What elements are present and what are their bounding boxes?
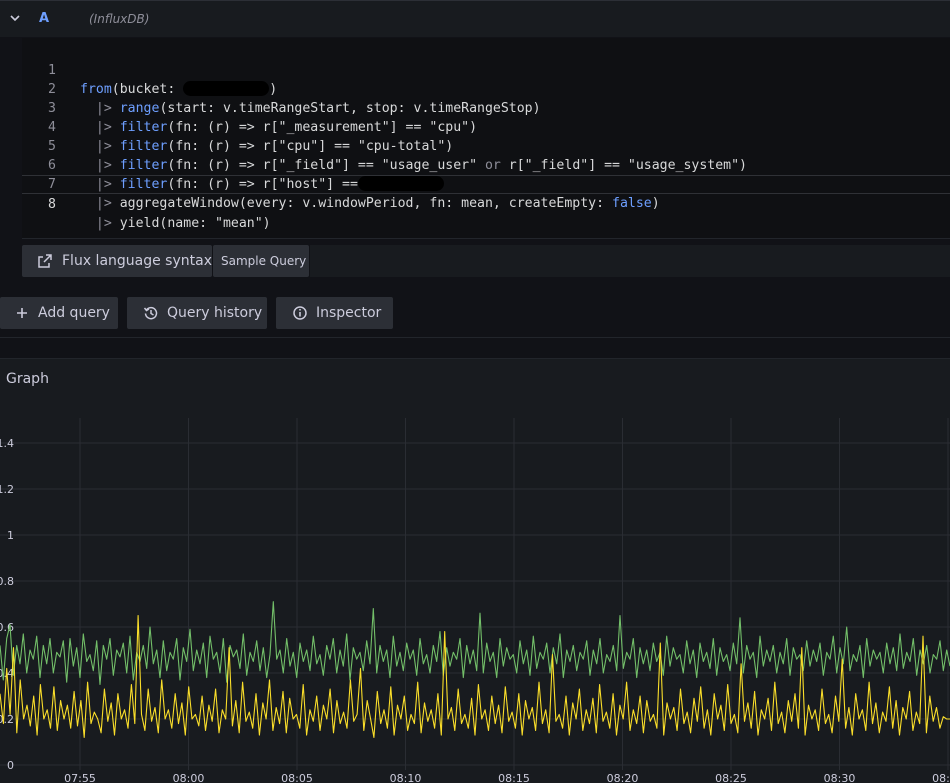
y-tick-label: 1.2: [0, 483, 14, 496]
external-link-icon: [38, 254, 52, 268]
query-history-button[interactable]: Query history: [127, 297, 267, 329]
y-tick-label: 1.4: [0, 437, 14, 450]
plus-icon: [17, 308, 27, 318]
graph-panel: Graph 1.41.210.80.60.40.2007:5508:0008:0…: [0, 359, 950, 783]
query-ref-id[interactable]: A: [39, 11, 49, 26]
sample-query-button[interactable]: Sample Query: [213, 245, 309, 277]
flux-syntax-label: Flux language syntax: [62, 253, 212, 269]
code-line-2: 2 |> range(start: v.timeRangeStart, stop…: [22, 61, 950, 116]
x-tick-label: 07:55: [64, 772, 96, 783]
x-tick-label: 08:10: [390, 772, 422, 783]
editor-footer-fill: [310, 245, 950, 277]
time-series-chart[interactable]: 1.41.210.80.60.40.2007:5508:0008:0508:10…: [0, 359, 950, 783]
inspector-label: Inspector: [316, 305, 382, 321]
code-line-4: 4 |> filter(fn: (r) => r["cpu"] == "cpu-…: [22, 99, 950, 154]
add-query-button[interactable]: Add query: [0, 297, 118, 329]
code-content: |> aggregateWindow(every: v.windowPeriod…: [95, 196, 660, 211]
add-query-label: Add query: [38, 305, 110, 321]
code-line-7: 7 |> aggregateWindow(every: v.windowPeri…: [22, 156, 950, 211]
flux-syntax-button[interactable]: Flux language syntax: [22, 245, 212, 277]
code-line-8: 8 |> yield(name: "mean"): [22, 175, 950, 231]
y-tick-label: 0.8: [0, 575, 14, 588]
x-tick-label: 08:35: [932, 772, 950, 783]
code-line-6: 6 |> filter(fn: (r) => r["host"] ==: [22, 137, 950, 192]
panel-divider: [0, 337, 950, 359]
inspector-button[interactable]: Inspector: [276, 297, 393, 329]
y-tick-label: 1: [7, 529, 14, 542]
line-number: 8: [48, 197, 56, 212]
datasource-name: (InfluxDB): [89, 12, 150, 26]
series-line-1: [0, 601, 950, 686]
code-line-5: 5 |> filter(fn: (r) => r["_field"] == "u…: [22, 118, 950, 173]
query-row-header: A (InfluxDB): [0, 0, 950, 37]
query-history-label: Query history: [167, 305, 263, 321]
x-tick-label: 08:00: [173, 772, 205, 783]
x-tick-label: 08:20: [607, 772, 639, 783]
info-circle-icon: [293, 306, 307, 320]
history-icon: [143, 306, 158, 320]
y-tick-label: 0: [7, 759, 14, 772]
x-tick-label: 08:05: [281, 772, 313, 783]
x-tick-label: 08:25: [715, 772, 747, 783]
sample-query-label: Sample Query: [221, 254, 307, 268]
y-tick-label: 0.6: [0, 621, 14, 634]
code-line-3: 3 |> filter(fn: (r) => r["_measurement"]…: [22, 80, 950, 135]
chevron-down-icon[interactable]: [9, 11, 21, 25]
flux-code-editor[interactable]: 1 from(bucket: ) 2 |> range(start: v.tim…: [22, 38, 950, 239]
x-tick-label: 08:15: [498, 772, 530, 783]
code-line-1: 1 from(bucket: ): [22, 42, 950, 97]
x-tick-label: 08:30: [824, 772, 856, 783]
code-content: |> yield(name: "mean"): [95, 216, 271, 231]
